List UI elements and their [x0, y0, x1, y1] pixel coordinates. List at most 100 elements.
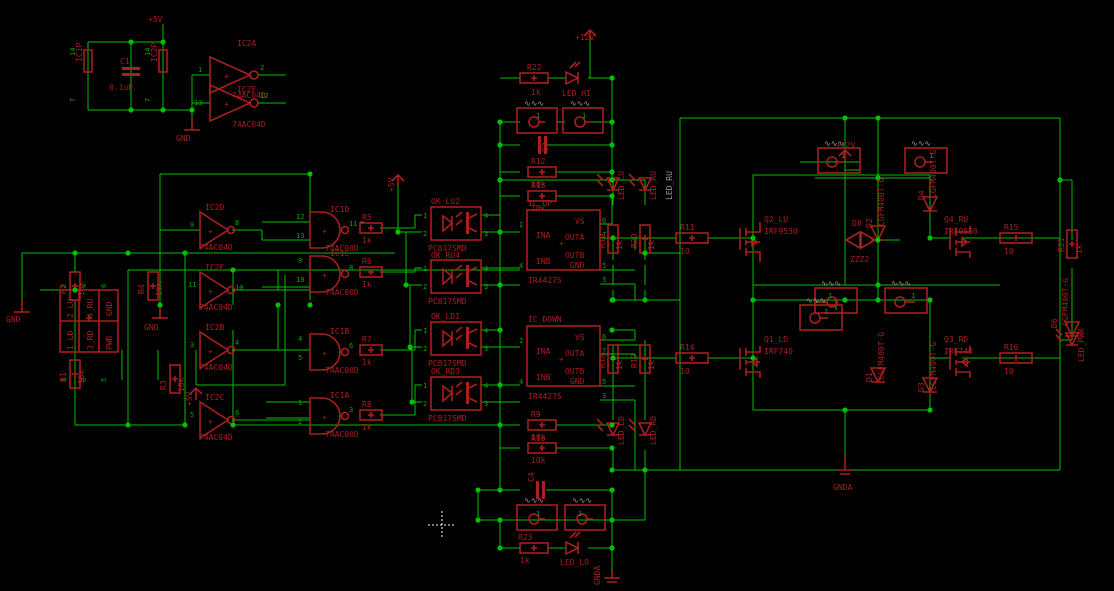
plus5v-label-mid: +5V [387, 177, 396, 192]
resistor-r14[interactable] [675, 352, 709, 364]
r1-name-lbl: R1 [59, 372, 68, 382]
ic2f-pin-out: 12 [260, 92, 268, 100]
led-ld[interactable] [596, 418, 621, 437]
ic2d-name: IC2D [205, 203, 224, 212]
mosfet-q2-lu[interactable] [739, 222, 761, 262]
ok-lu2-pin1: 1 [423, 212, 427, 220]
q2-lu-name: Q2_LU [764, 215, 788, 224]
resistor-r6[interactable] [359, 266, 383, 278]
ic2b-pin-out: 4 [235, 339, 239, 347]
nand-ic1b[interactable]: + [309, 333, 350, 371]
mosfet-q1-ld[interactable] [739, 346, 761, 378]
tp5-label: ∿∿∿ [824, 139, 844, 148]
test-point-tp4[interactable] [564, 504, 606, 531]
nand-ic1d[interactable]: + [309, 211, 350, 249]
ic-up-pin6: 6 [602, 217, 606, 225]
r2-value: 10k [77, 281, 86, 296]
ok-rd3-pin1: 1 [423, 382, 427, 390]
nand-ic1a[interactable]: + [309, 397, 350, 435]
resistor-r9[interactable] [527, 419, 557, 431]
resistor-r8[interactable] [359, 409, 383, 421]
ic2p-pin-bottom: 7 [144, 98, 152, 102]
test-point-tp6[interactable] [904, 147, 948, 174]
ic-up-pin2: 2 [519, 221, 523, 229]
ic-up-pin5: 5 [602, 262, 606, 270]
ic2e-pin-out: 10 [235, 284, 243, 292]
tp7-pin: 1 [828, 292, 832, 300]
netlabel-led-pu: LED_RU [665, 171, 674, 200]
ic1b-pin-out: 6 [349, 342, 353, 350]
r8-name: R8 [362, 400, 372, 409]
r6-name: R6 [362, 257, 372, 266]
r7-value: 1k [362, 358, 372, 367]
q3-rd-name: Q3_RD [944, 335, 968, 344]
nand-ic1c[interactable]: + [309, 255, 350, 293]
power-block[interactable] [83, 49, 200, 131]
tp4-pin: 1 [578, 510, 582, 518]
ic-up-inb: INB [536, 257, 551, 266]
led-hi[interactable] [565, 61, 581, 86]
gnda-symbol [837, 455, 853, 475]
resistor-r12[interactable] [527, 166, 557, 178]
d8-part: ZZZ2 [850, 255, 869, 264]
q1-ld-part: IRF740 [764, 347, 793, 356]
r4-name: R4 [137, 284, 146, 294]
ic-up-pin3: 3 [602, 276, 606, 284]
ok-ru4-name: OK_RU4 [431, 251, 460, 260]
tp2-label: ∿∿∿ [570, 99, 590, 108]
r17-value: 1k [647, 360, 656, 370]
ic-up-part: IR4427S [528, 276, 562, 285]
ic1p-pin-bottom: 7 [69, 98, 77, 102]
ic2c-pin-out: 6 [235, 409, 239, 417]
ic2d-pin-in: 9 [190, 221, 194, 229]
q1-ld-name: Q1_LD [764, 335, 788, 344]
ic-up-ina: INA [536, 231, 551, 240]
r13-value: 10k [531, 204, 546, 213]
opto-ok-ru4[interactable] [430, 259, 482, 294]
conn-top-4-label: 4_RU [86, 299, 95, 318]
r19-name: R19 [598, 233, 607, 248]
ic-down-name: IC_DOWN [528, 315, 562, 324]
ic1a-pin-b: 2 [298, 418, 302, 426]
ic2c-part: 74AC04D [199, 433, 233, 442]
ic1d-pin-a: 12 [296, 213, 304, 221]
resistor-r22[interactable] [519, 72, 549, 84]
test-point-tp5[interactable] [817, 147, 861, 174]
resistor-r5[interactable] [359, 222, 383, 234]
schematic-svg[interactable]: + + + + + + + + + + + + IC1P 14 7 IC2P 1… [0, 0, 1114, 591]
ic2e-pin-in: 11 [188, 281, 196, 289]
tp1-label: ∿∿∿ [524, 99, 544, 108]
opto-ok-rd3[interactable] [430, 376, 482, 411]
opto-ok-lu2[interactable] [430, 206, 482, 241]
ic-down-outb: OUTB [565, 367, 584, 376]
ok-lu2-name: OK_LU2 [431, 197, 460, 206]
ic2b-part: 74AC04D [199, 363, 233, 372]
led-lu[interactable] [596, 173, 621, 192]
led-rd[interactable] [628, 418, 653, 437]
led-ru[interactable] [628, 173, 653, 192]
r8-value: 1k [362, 423, 372, 432]
ic1a-pin-a: 1 [298, 399, 302, 407]
resistor-r11[interactable] [675, 232, 709, 244]
led-lo[interactable] [565, 531, 581, 556]
resistor-r10[interactable] [527, 442, 557, 454]
opto-ok-ld1[interactable] [430, 321, 482, 356]
resistor-r7[interactable] [359, 344, 383, 356]
plus12v-label-top: +12V [575, 33, 594, 42]
tp7-label: ∿∿∿ [821, 279, 841, 288]
d2-name: D2 [865, 218, 874, 228]
diode-d8[interactable] [844, 230, 877, 250]
tp1-pin: 1 [536, 112, 540, 120]
ic2f-part: 74AC04D [232, 120, 266, 129]
schematic-canvas[interactable]: + + + + + + + + + + + + IC1P 14 7 IC2P 1… [0, 0, 1114, 591]
led-pwr-name: LED_PWR [1077, 328, 1086, 362]
svg-text:+: + [559, 239, 564, 248]
q4-ru-part: IRF9530 [944, 227, 978, 236]
svg-text:+: + [322, 413, 327, 422]
conn-top-2-label: 2_LU [66, 299, 75, 318]
q3-rd-part: IRF740 [944, 347, 973, 356]
resistor-r23[interactable] [519, 542, 549, 554]
q2-lu-part: IRF9530 [764, 227, 798, 236]
ok-ru4-pin2: 2 [423, 283, 427, 291]
r15-value: 10 [1004, 247, 1014, 256]
